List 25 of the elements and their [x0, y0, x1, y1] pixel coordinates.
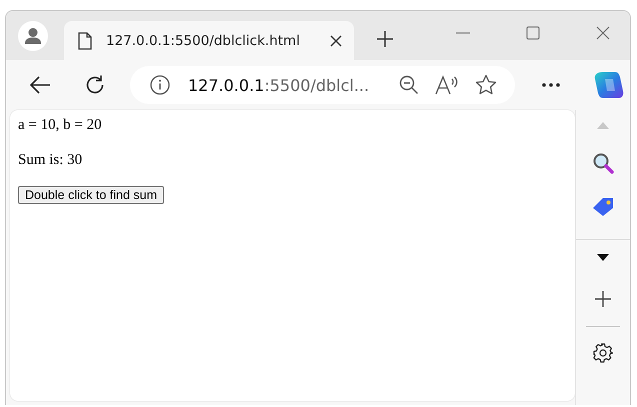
address-bar[interactable]: 127.0.0.1:5500/dblcl... [130, 66, 515, 104]
new-tab-icon[interactable] [376, 30, 394, 48]
back-icon[interactable] [28, 75, 52, 95]
tab-title: 127.0.0.1:5500/dblclick.html [106, 32, 301, 48]
tag-icon[interactable] [592, 197, 614, 217]
zoom-out-icon[interactable] [399, 75, 419, 95]
sum-button[interactable]: Double click to find sum [18, 186, 164, 204]
profile-icon[interactable] [18, 21, 48, 51]
favorite-star-icon[interactable] [475, 74, 497, 96]
browser-tab[interactable]: 127.0.0.1:5500/dblclick.html [64, 21, 354, 60]
refresh-icon[interactable] [84, 74, 106, 96]
settings-icon[interactable] [593, 343, 613, 363]
search-icon[interactable] [592, 152, 614, 174]
add-icon[interactable] [595, 291, 611, 307]
url-text: 127.0.0.1:5500/dblcl... [188, 76, 370, 94]
text-line: a = 10, b = 20 [18, 117, 103, 134]
more-icon[interactable] [542, 83, 560, 87]
dropdown-icon[interactable] [597, 254, 609, 261]
maximize-icon[interactable] [526, 26, 540, 40]
page-icon [78, 32, 92, 50]
text-line: Sum is: 30 [18, 152, 84, 169]
info-icon[interactable] [150, 75, 170, 95]
close-icon[interactable] [330, 34, 342, 46]
read-aloud-icon[interactable] [435, 75, 459, 95]
copilot-icon[interactable] [594, 71, 624, 99]
